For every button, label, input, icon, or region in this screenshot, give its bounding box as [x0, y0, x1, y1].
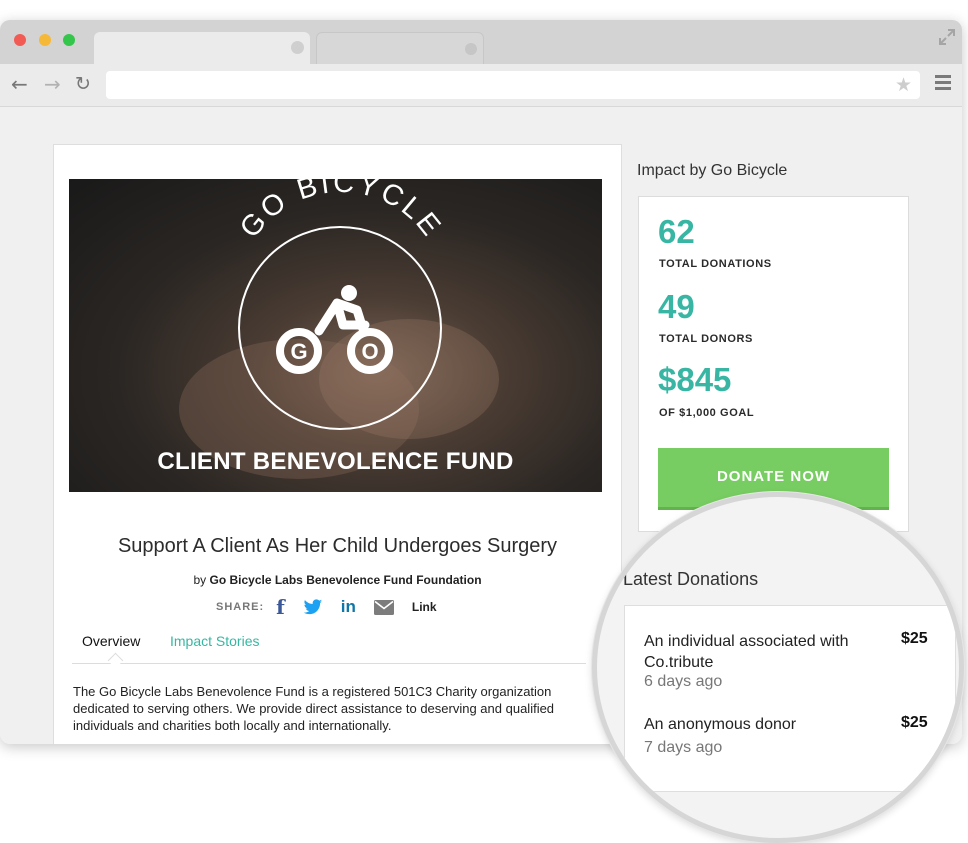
- total-donations-label: TOTAL DONATIONS: [659, 258, 772, 270]
- tab-close-icon[interactable]: [291, 41, 304, 54]
- tab-overview[interactable]: Overview: [82, 633, 140, 649]
- donor-name: An individual associated with Co.tribute: [644, 633, 849, 671]
- impact-heading: Impact by Go Bicycle: [637, 162, 788, 179]
- svg-text:G: G: [290, 339, 307, 364]
- share-label: SHARE:: [216, 601, 265, 613]
- impact-stats-card: 62 TOTAL DONATIONS 49 TOTAL DONORS $845 …: [638, 196, 909, 532]
- forward-arrow-icon[interactable]: →: [44, 72, 61, 96]
- menu-icon[interactable]: [935, 75, 951, 93]
- svg-text:O: O: [361, 339, 378, 364]
- donation-time: 7 days ago: [644, 739, 723, 756]
- tab-close-icon[interactable]: [465, 43, 477, 55]
- campaign-card: GO BICYCLE G O CLIENT BENEVOLENCE FUND S…: [53, 144, 622, 744]
- share-bar: SHARE: f in Link: [216, 595, 437, 619]
- svg-text:GO BICYCLE: GO BICYCLE: [234, 179, 448, 244]
- minimize-window-button[interactable]: [39, 34, 51, 46]
- copy-link-button[interactable]: Link: [412, 600, 437, 614]
- fullscreen-icon[interactable]: [938, 28, 956, 51]
- campaign-description: The Go Bicycle Labs Benevolence Fund is …: [73, 684, 555, 733]
- campaign-byline: by Go Bicycle Labs Benevolence Fund Foun…: [54, 573, 621, 587]
- reload-icon[interactable]: ↻: [75, 73, 91, 95]
- donation-time: 6 days ago: [644, 673, 723, 690]
- goal-label: OF $1,000 GOAL: [659, 407, 755, 419]
- latest-donations-magnifier: Latest Donations An individual associate…: [592, 492, 964, 843]
- total-donors-value: 49: [658, 288, 695, 325]
- maximize-window-button[interactable]: [63, 34, 75, 46]
- active-tab-indicator: [107, 652, 124, 669]
- bookmark-star-icon[interactable]: ★: [895, 74, 912, 96]
- browser-tab-inactive[interactable]: [316, 32, 484, 65]
- go-bicycle-logo: GO BICYCLE G O: [179, 179, 499, 479]
- amount-raised-value: $845: [658, 361, 732, 398]
- campaign-hero-image: GO BICYCLE G O CLIENT BENEVOLENCE FUND: [69, 179, 602, 492]
- byline-prefix: by: [193, 573, 207, 587]
- campaign-tabs: Overview Impact Stories: [72, 631, 586, 669]
- total-donations-value: 62: [658, 213, 695, 250]
- facebook-icon[interactable]: f: [276, 595, 285, 619]
- donation-amount: $25: [901, 714, 928, 731]
- email-icon[interactable]: [373, 599, 394, 615]
- browser-tab-bar: [0, 20, 962, 65]
- back-arrow-icon[interactable]: ←: [11, 72, 28, 96]
- tab-impact-stories[interactable]: Impact Stories: [170, 633, 259, 649]
- total-donors-label: TOTAL DONORS: [659, 333, 753, 345]
- donation-amount: $25: [901, 630, 928, 647]
- linkedin-icon[interactable]: in: [341, 597, 356, 617]
- browser-toolbar: ← → ↻ ★: [0, 64, 962, 107]
- browser-tab-active[interactable]: [94, 32, 310, 64]
- hero-fund-name: CLIENT BENEVOLENCE FUND: [157, 448, 514, 475]
- twitter-icon[interactable]: [303, 598, 323, 616]
- organization-link[interactable]: Go Bicycle Labs Benevolence Fund Foundat…: [209, 573, 481, 587]
- campaign-title: Support A Client As Her Child Undergoes …: [117, 535, 558, 557]
- close-window-button[interactable]: [14, 34, 26, 46]
- latest-donations-list: An individual associated with Co.tribute…: [624, 605, 956, 792]
- donor-name: An anonymous donor: [644, 716, 797, 733]
- address-bar[interactable]: ★: [106, 71, 920, 99]
- latest-donations-heading: Latest Donations: [623, 569, 759, 589]
